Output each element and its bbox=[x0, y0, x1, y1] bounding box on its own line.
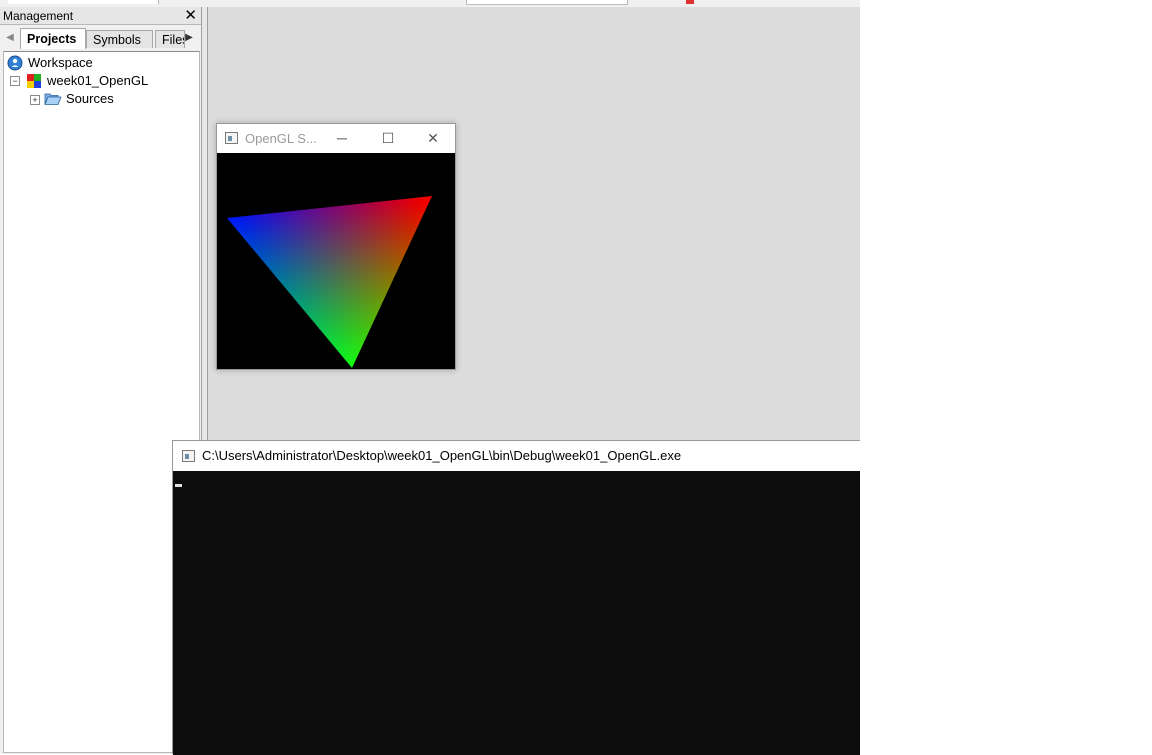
folder-open-icon bbox=[44, 93, 62, 105]
opengl-window-titlebar[interactable]: OpenGL S... ─ ☐ ✕ bbox=[217, 124, 455, 153]
console-output[interactable] bbox=[173, 471, 860, 755]
management-tabs: ◀ Projects Symbols Files ▶ bbox=[2, 28, 198, 50]
toolbar-combo-1[interactable] bbox=[8, 0, 159, 4]
close-icon[interactable]: ✕ bbox=[184, 7, 197, 24]
project-blocks-icon bbox=[27, 74, 41, 88]
collapse-icon[interactable]: − bbox=[10, 76, 20, 86]
tab-projects-label: Projects bbox=[27, 32, 77, 46]
tree-item-project-label: week01_OpenGL bbox=[47, 73, 149, 88]
opengl-window: OpenGL S... ─ ☐ ✕ bbox=[216, 123, 456, 370]
tab-scroll-left-icon[interactable]: ◀ bbox=[3, 32, 17, 43]
close-button[interactable]: ✕ bbox=[410, 124, 456, 153]
toolbar-icons-1[interactable] bbox=[170, 0, 210, 4]
management-panel-titlebar: Management ✕ bbox=[0, 7, 201, 25]
expand-icon[interactable]: + bbox=[30, 95, 40, 105]
tab-scroll-right-icon[interactable]: ▶ bbox=[182, 32, 196, 43]
rgb-triangle bbox=[227, 196, 432, 368]
tab-projects[interactable]: Projects bbox=[20, 28, 86, 49]
toolbar-stop-icon[interactable] bbox=[686, 0, 694, 4]
tab-symbols-label: Symbols bbox=[93, 33, 141, 47]
console-window-titlebar[interactable]: C:\Users\Administrator\Desktop\week01_Op… bbox=[173, 441, 860, 471]
opengl-window-title: OpenGL S... bbox=[245, 131, 317, 146]
triangle-green-layer bbox=[227, 196, 432, 368]
tab-symbols[interactable]: Symbols bbox=[86, 30, 153, 48]
tree-item-sources-label: Sources bbox=[66, 91, 114, 106]
management-panel-title: Management bbox=[3, 9, 74, 23]
console-window: C:\Users\Administrator\Desktop\week01_Op… bbox=[172, 440, 860, 755]
console-cursor bbox=[175, 484, 182, 487]
workspace-globe-icon bbox=[7, 55, 23, 71]
maximize-button[interactable]: ☐ bbox=[365, 124, 411, 153]
tab-files[interactable]: Files bbox=[155, 30, 185, 48]
tree-item-workspace-label: Workspace bbox=[28, 55, 93, 70]
app-window-icon bbox=[225, 132, 238, 144]
console-window-title: C:\Users\Administrator\Desktop\week01_Op… bbox=[202, 448, 682, 463]
console-app-icon bbox=[182, 450, 195, 462]
project-tree: Workspace − week01_OpenGL + Sources bbox=[3, 51, 200, 753]
toolbar-search-combo[interactable] bbox=[466, 0, 628, 5]
minimize-button[interactable]: ─ bbox=[319, 124, 365, 153]
opengl-canvas[interactable] bbox=[217, 153, 455, 369]
